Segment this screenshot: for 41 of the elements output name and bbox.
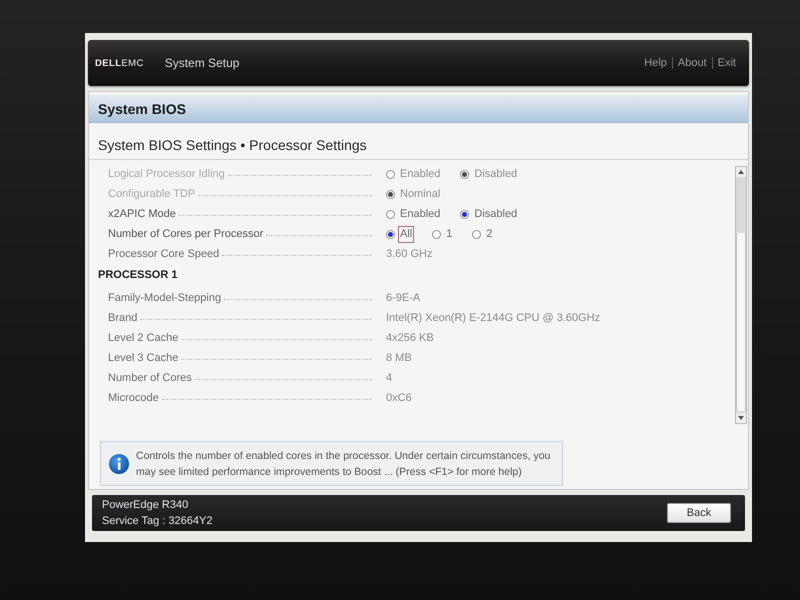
scrollbar-thumb[interactable] (736, 233, 746, 411)
page-title: System BIOS (98, 100, 186, 116)
setting-label: Configurable TDP (108, 188, 196, 200)
brand-logo: DELLEMC (95, 58, 144, 68)
breadcrumb: System BIOS Settings • Processor Settings (98, 137, 367, 153)
info-icon (109, 454, 129, 474)
down-arrow-icon (738, 416, 744, 420)
setting-label: Level 2 Cache (108, 332, 178, 344)
setting-label: Logical Processor Idling (108, 168, 225, 180)
setting-value: 6-9E-A (386, 292, 420, 304)
scrollbar-track[interactable] (735, 166, 747, 424)
setting-value: Intel(R) Xeon(R) E-2144G CPU @ 3.60GHz (386, 312, 600, 324)
setting-label: Brand (108, 312, 138, 324)
setting-value: 4x256 KB (386, 332, 434, 344)
setting-value: 3.60 GHz (386, 248, 432, 260)
setting-label: x2APIC Mode (108, 208, 176, 220)
setting-label: Number of Cores (108, 372, 192, 384)
scroll-up-button[interactable] (736, 167, 746, 177)
header-link[interactable]: About (672, 57, 712, 69)
header-link[interactable]: Exit (712, 57, 741, 69)
server-model: PowerEdge R340 (102, 498, 190, 513)
setting-label: Processor Core Speed (108, 248, 220, 260)
setting-value: 8 MB (386, 352, 412, 364)
back-button[interactable]: Back (667, 503, 731, 523)
setting-label: Microcode (108, 392, 159, 404)
service-tag: Service Tag : 32664Y2 (102, 513, 212, 529)
radio-option[interactable]: Disabled (460, 206, 520, 222)
radio-option[interactable]: 1 (432, 226, 454, 242)
help-text: Controls the number of enabled cores in the processor. Under certain circumstances, you may see limited performance improvements to Boost ... (Press <F1> for more help) (136, 448, 552, 480)
scroll-down-button[interactable] (736, 413, 746, 423)
setting-value: 4 (386, 372, 392, 384)
section-heading: PROCESSOR 1 (98, 269, 178, 281)
setting-label: Number of Cores per Processor (108, 228, 264, 240)
radio-option[interactable]: Enabled (386, 206, 442, 222)
setting-value: 0xC6 (386, 392, 412, 404)
setting-label: Family-Model-Stepping (108, 292, 222, 304)
radio-option[interactable]: 2 (472, 226, 494, 242)
header-link[interactable]: Help (639, 57, 672, 69)
up-arrow-icon (738, 170, 744, 174)
setting-label: Level 3 Cache (108, 352, 178, 364)
app-title: System Setup (164, 56, 240, 70)
